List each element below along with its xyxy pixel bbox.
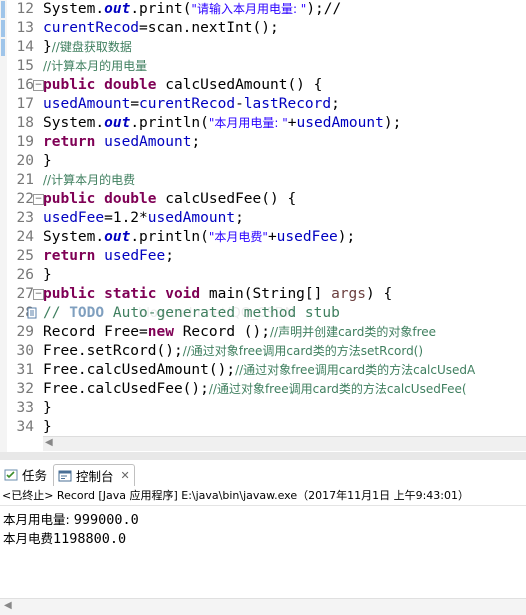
- line-number: 12: [16, 1, 34, 17]
- line-number: 25: [16, 248, 34, 264]
- console-line: 本月用电量: 999000.0: [3, 512, 139, 528]
- code-line[interactable]: Free.calcUsedFee();//通过对象free调用card类的方法c…: [43, 380, 467, 399]
- code-line[interactable]: usedFee=1.2*usedAmount;: [43, 209, 244, 228]
- code-line[interactable]: System.out.println("本月用电量: "+usedAmount)…: [43, 114, 401, 133]
- line-number: 14: [16, 39, 34, 55]
- console-horizontal-scrollbar[interactable]: ◀: [0, 598, 526, 615]
- code-line[interactable]: //计算本月的电费: [43, 171, 135, 190]
- line-number: 27: [16, 286, 34, 302]
- code-line[interactable]: Record Free=new Record ();//声明并创建card类的对…: [43, 323, 436, 342]
- line-number: 16: [16, 77, 34, 93]
- scroll-left-icon[interactable]: ◀: [4, 600, 12, 611]
- console-status-line: <已终止> Record [Java 应用程序] E:\java\bin\jav…: [0, 487, 526, 506]
- line-number: 33: [16, 400, 34, 416]
- tab-tasks-label: 任务: [22, 468, 48, 483]
- code-line[interactable]: System.out.println("本月电费"+usedFee);: [43, 228, 355, 247]
- line-number: 34: [16, 419, 34, 435]
- code-line[interactable]: return usedAmount;: [43, 133, 200, 152]
- console-line: 本月电费1198800.0: [3, 531, 127, 547]
- console-icon: [58, 470, 72, 481]
- code-line[interactable]: usedAmount=curentRecod-lastRecord;: [43, 95, 340, 114]
- code-editor[interactable]: 12 13 14 15 16 17 18 19 20 21 22 23 24 2…: [0, 0, 526, 452]
- line-number: 19: [16, 134, 34, 150]
- close-icon[interactable]: ✕: [121, 469, 130, 482]
- line-number: 32: [16, 381, 34, 397]
- code-line[interactable]: }//键盘获取数据: [43, 38, 132, 57]
- code-line[interactable]: }: [43, 418, 52, 437]
- line-number: 18: [16, 115, 34, 131]
- code-line[interactable]: // TODO Auto-generated method stub: [43, 304, 340, 323]
- scroll-left-icon[interactable]: ◀: [45, 437, 53, 448]
- editor-horizontal-scrollbar[interactable]: ◀: [43, 436, 526, 451]
- code-line[interactable]: System.out.print("请输入本月用电量: ");//: [43, 0, 341, 19]
- line-number: 13: [16, 20, 34, 36]
- line-number: 30: [16, 343, 34, 359]
- code-line[interactable]: }: [43, 152, 52, 171]
- line-number: 29: [16, 324, 34, 340]
- bottom-panel-tabbar: 任务 控制台 ✕: [0, 460, 526, 488]
- code-line[interactable]: return usedFee;: [43, 247, 174, 266]
- line-number: 15: [16, 58, 34, 74]
- tab-tasks[interactable]: 任务: [4, 464, 47, 485]
- line-number: 26: [16, 267, 34, 283]
- line-number: 21: [16, 172, 34, 188]
- code-line[interactable]: public double calcUsedFee() {: [43, 190, 296, 209]
- line-number: 17: [16, 96, 34, 112]
- code-line[interactable]: }: [43, 399, 52, 418]
- code-line[interactable]: public double calcUsedAmount() {: [43, 76, 322, 95]
- tab-console-label: 控制台: [76, 469, 114, 484]
- code-line[interactable]: //计算本月的用电量: [43, 57, 147, 76]
- line-number: 24: [16, 229, 34, 245]
- code-line[interactable]: curentRecod=scan.nextInt();: [43, 19, 279, 38]
- line-number: 20: [16, 153, 34, 169]
- code-line[interactable]: }: [43, 266, 52, 285]
- panel-divider[interactable]: [0, 452, 526, 460]
- task-marker-icon[interactable]: [27, 307, 37, 319]
- tab-console[interactable]: 控制台 ✕: [53, 464, 135, 486]
- code-line[interactable]: Free.setRcord();//通过对象free调用card类的方法setR…: [43, 342, 423, 361]
- line-number: 31: [16, 362, 34, 378]
- code-line[interactable]: Free.calcUsedAmount();//通过对象free调用card类的…: [43, 361, 475, 380]
- tasks-icon: [4, 469, 18, 480]
- line-number: 23: [16, 210, 34, 226]
- code-line[interactable]: public static void main(String[] args) {: [43, 285, 392, 304]
- line-number: 22: [16, 191, 34, 207]
